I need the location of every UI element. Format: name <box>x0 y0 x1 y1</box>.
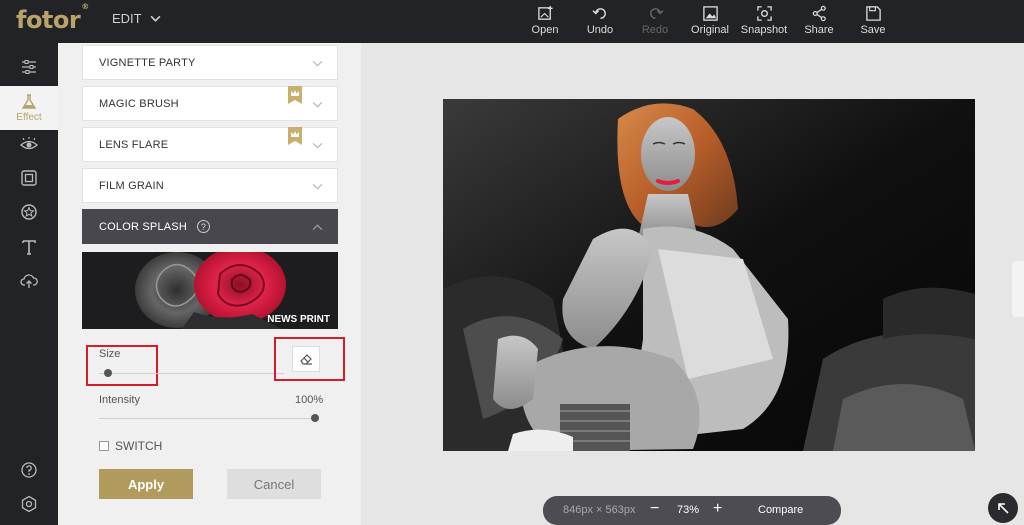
zoom-out-button[interactable]: − <box>650 500 659 518</box>
open-image-icon <box>537 5 553 20</box>
help-button[interactable] <box>0 452 58 488</box>
chevron-down-icon <box>312 60 323 67</box>
sticker-icon <box>21 204 37 220</box>
edit-menu-label: EDIT <box>112 11 142 26</box>
effect-lens-flare[interactable]: LENS FLARE <box>82 127 338 162</box>
help-icon <box>21 462 37 478</box>
intensity-label: Intensity <box>99 394 140 406</box>
cancel-button[interactable]: Cancel <box>227 469 321 499</box>
original-label: Original <box>691 24 729 36</box>
edit-menu[interactable]: EDIT <box>112 11 161 26</box>
save-label: Save <box>860 24 886 36</box>
intensity-value: 100% <box>295 394 324 406</box>
switch-checkbox[interactable] <box>99 441 109 451</box>
effect-label: COLOR SPLASH <box>99 220 187 233</box>
share-icon <box>812 5 826 22</box>
chevron-down-icon <box>312 101 323 108</box>
effects-panel: VIGNETTE PARTY MAGIC BRUSH LENS FLARE FI… <box>58 43 361 525</box>
arrow-up-left-icon <box>998 503 1009 514</box>
text-icon <box>22 240 36 255</box>
canvas-area: 846px × 563px − 73% + Compare <box>361 43 1024 525</box>
original-button[interactable]: Original <box>682 5 738 36</box>
help-icon[interactable]: ? <box>196 220 210 233</box>
intensity-slider-knob[interactable] <box>311 414 319 422</box>
beauty-eye-icon <box>20 137 38 150</box>
effect-color-splash[interactable]: COLOR SPLASH ? <box>82 209 338 244</box>
news-print-preview[interactable]: NEWS PRINT <box>82 252 338 329</box>
effect-label: LENS FLARE <box>99 138 169 151</box>
share-button[interactable]: Share <box>791 5 847 36</box>
zoom-bar: 846px × 563px − 73% + Compare <box>543 496 841 525</box>
color-splash-photo <box>443 99 975 451</box>
chevron-up-icon <box>312 224 323 231</box>
frame-icon <box>21 170 37 186</box>
premium-badge-icon <box>288 86 302 104</box>
zoom-level: 73% <box>677 504 700 516</box>
sidebar-item-frame[interactable] <box>0 160 58 196</box>
effect-label: FILM GRAIN <box>99 179 164 192</box>
right-panel-handle[interactable] <box>1012 261 1024 317</box>
zoom-in-button[interactable]: + <box>713 500 722 518</box>
intensity-slider-track[interactable] <box>99 418 317 419</box>
preview-label: NEWS PRINT <box>267 314 330 325</box>
settings-button[interactable] <box>0 486 58 522</box>
fotor-logo[interactable]: fotor® <box>16 2 89 34</box>
premium-badge-icon <box>288 127 302 145</box>
undo-label: Undo <box>586 24 614 36</box>
switch-label: SWITCH <box>115 439 163 453</box>
photo-canvas[interactable] <box>443 99 975 451</box>
switch-toggle[interactable]: SWITCH <box>99 439 162 453</box>
open-button[interactable]: Open <box>517 5 573 36</box>
sidebar-item-effect[interactable]: Effect <box>0 86 58 130</box>
effect-label: MAGIC BRUSH <box>99 97 179 110</box>
highlight-box-size <box>86 345 158 386</box>
size-slider-track[interactable] <box>99 373 284 374</box>
left-icon-bar: Effect <box>0 43 58 525</box>
effect-film-grain[interactable]: FILM GRAIN <box>82 168 338 203</box>
open-label: Open <box>531 24 559 36</box>
sidebar-item-cloud[interactable] <box>0 263 58 299</box>
share-label: Share <box>804 24 834 36</box>
compare-button[interactable]: Compare <box>758 504 803 516</box>
redo-button[interactable]: Redo <box>627 5 683 36</box>
snapshot-label: Snapshot <box>740 24 788 36</box>
effect-flask-icon <box>21 94 37 109</box>
save-button[interactable]: Save <box>845 5 901 36</box>
cloud-upload-icon <box>20 274 38 288</box>
redo-label: Redo <box>641 24 669 36</box>
undo-button[interactable]: Undo <box>572 5 628 36</box>
sidebar-item-effect-label: Effect <box>16 112 42 123</box>
chevron-down-icon <box>312 142 323 149</box>
redo-icon <box>649 8 664 19</box>
sidebar-item-text[interactable] <box>0 229 58 265</box>
adjust-sliders-icon <box>22 60 36 74</box>
chevron-down-icon <box>312 183 323 190</box>
save-icon <box>865 6 881 21</box>
top-bar: fotor® EDIT Open Undo Redo Original Snap… <box>0 0 1024 43</box>
snapshot-button[interactable]: Snapshot <box>736 5 792 36</box>
sidebar-item-sticker[interactable] <box>0 194 58 230</box>
apply-button[interactable]: Apply <box>99 469 193 499</box>
eraser-button[interactable] <box>292 346 320 372</box>
sidebar-item-beauty[interactable] <box>0 127 58 163</box>
snapshot-icon <box>756 6 772 21</box>
effect-magic-brush[interactable]: MAGIC BRUSH <box>82 86 338 121</box>
sidebar-item-adjust[interactable] <box>0 49 58 85</box>
image-dimensions: 846px × 563px <box>563 504 636 516</box>
effect-label: VIGNETTE PARTY <box>99 56 196 69</box>
settings-icon <box>21 495 37 513</box>
effect-vignette-party[interactable]: VIGNETTE PARTY <box>82 45 338 80</box>
chevron-down-icon <box>150 15 161 22</box>
expand-button[interactable] <box>988 493 1018 523</box>
undo-icon <box>591 8 606 19</box>
eraser-icon <box>300 354 312 365</box>
original-image-icon <box>702 6 718 21</box>
